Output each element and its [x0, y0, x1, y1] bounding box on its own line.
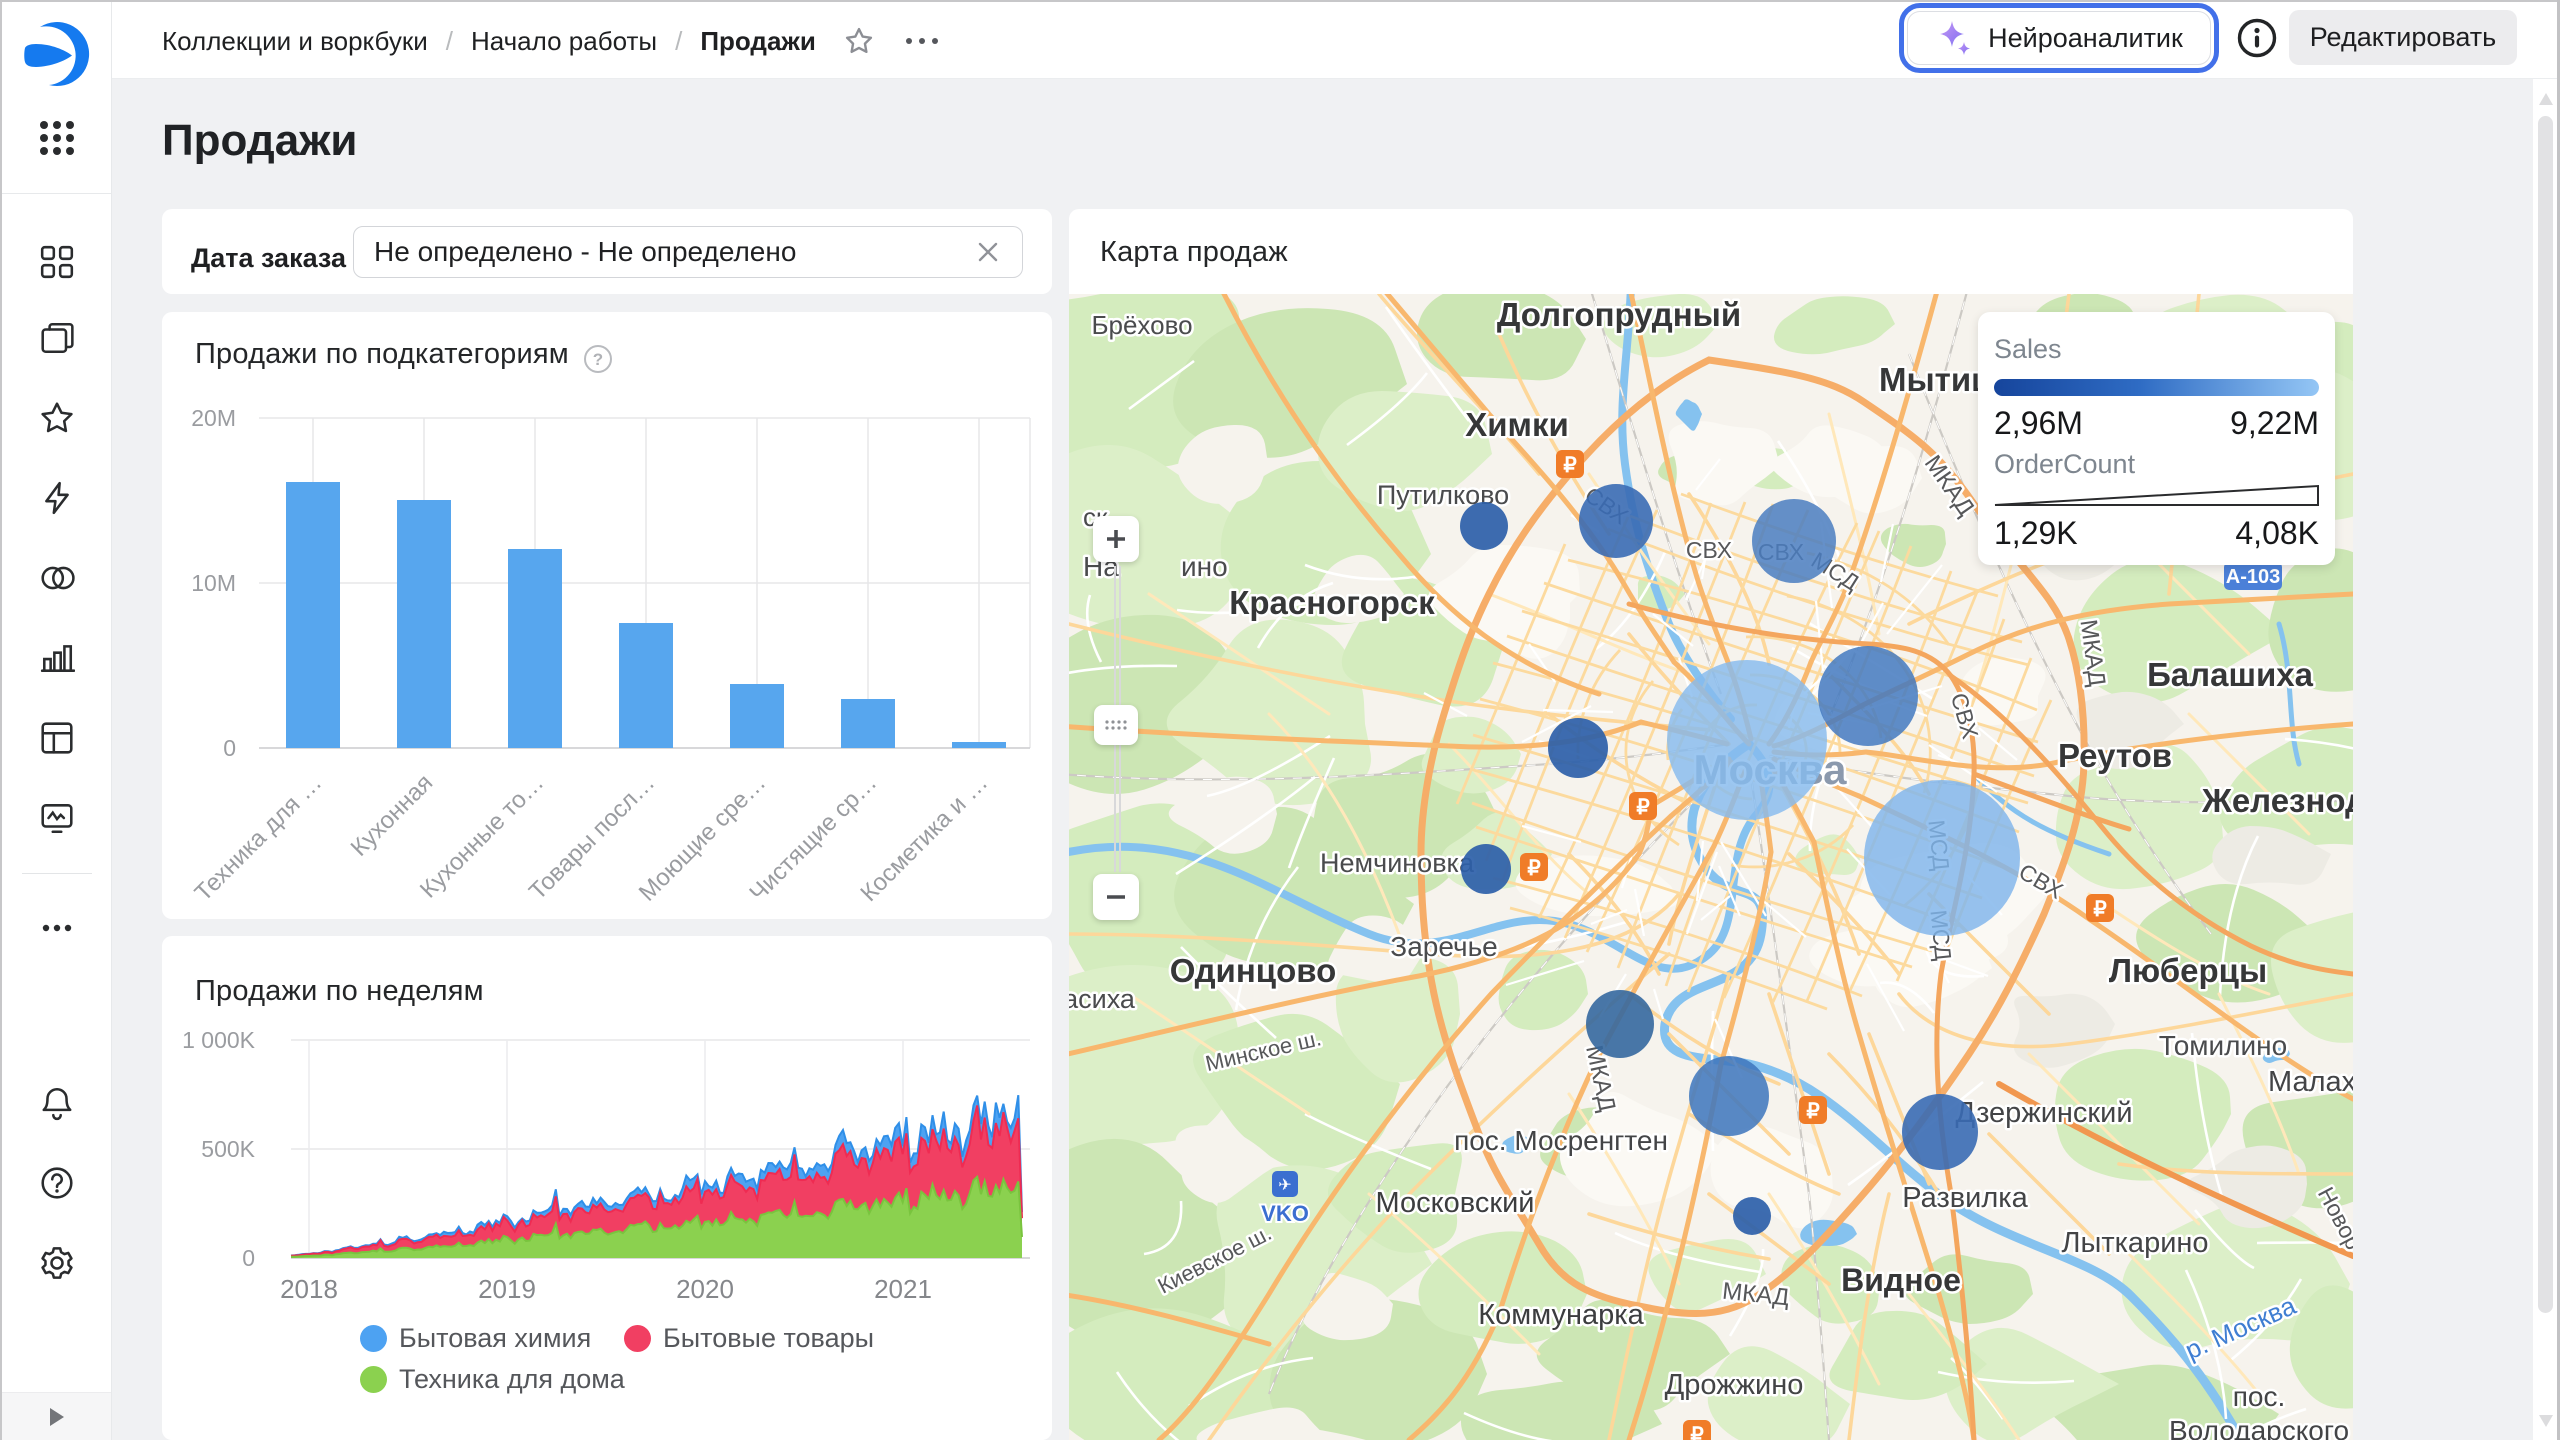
svg-text:✈: ✈ — [1278, 1177, 1291, 1194]
svg-text:Томилино: Томилино — [2159, 1030, 2287, 1061]
svg-text:10M: 10M — [191, 570, 236, 596]
svg-text:пос. Мосренгтен: пос. Мосренгтен — [1454, 1125, 1668, 1156]
svg-text:₽: ₽ — [1563, 454, 1577, 477]
svg-text:Люберцы: Люберцы — [2109, 952, 2267, 989]
svg-text:2020: 2020 — [676, 1274, 734, 1304]
svg-text:₽: ₽ — [1527, 857, 1541, 880]
svg-text:Кухонная: Кухонная — [346, 769, 439, 862]
svg-text:2018: 2018 — [280, 1274, 338, 1304]
svg-text:асиха: асиха — [1069, 984, 1136, 1014]
svg-text:Развилка: Развилка — [1902, 1182, 2028, 1214]
svg-text:20M: 20M — [191, 405, 236, 431]
svg-text:0: 0 — [242, 1245, 255, 1271]
svg-text:0: 0 — [223, 735, 236, 761]
svg-text:пос.: пос. — [2233, 1381, 2286, 1412]
svg-text:Реутов: Реутов — [2058, 737, 2172, 774]
svg-text:₽: ₽ — [1690, 1424, 1704, 1440]
svg-text:Немчиновка: Немчиновка — [1320, 848, 1475, 878]
svg-text:2021: 2021 — [874, 1274, 932, 1304]
svg-text:₽: ₽ — [1636, 796, 1650, 819]
svg-text:Дрожжино: Дрожжино — [1665, 1369, 1804, 1401]
svg-text:2019: 2019 — [478, 1274, 536, 1304]
svg-text:Балашиха: Балашиха — [2147, 656, 2314, 693]
svg-text:VKO: VKO — [1261, 1201, 1309, 1226]
svg-text:Коммунарка: Коммунарка — [1478, 1299, 1644, 1331]
svg-text:Московский: Московский — [1376, 1187, 1535, 1219]
svg-text:А-103: А-103 — [2226, 566, 2280, 588]
svg-text:1 000K: 1 000K — [182, 1027, 256, 1053]
svg-text:Железнод: Железнод — [2201, 782, 2353, 819]
svg-text:₽: ₽ — [1806, 1100, 1820, 1123]
svg-text:Техника для …: Техника для … — [190, 769, 328, 907]
svg-text:Лыткарино: Лыткарино — [2061, 1227, 2208, 1259]
svg-text:Дзержинский: Дзержинский — [1955, 1097, 2132, 1129]
svg-text:Володарского: Володарского — [2169, 1415, 2349, 1440]
svg-text:Малахо: Малахо — [2268, 1066, 2353, 1098]
svg-text:₽: ₽ — [2093, 898, 2107, 921]
svg-text:Долгопрудный: Долгопрудный — [1497, 296, 1741, 333]
svg-text:Брёхово: Брёхово — [1091, 310, 1192, 340]
svg-text:500K: 500K — [201, 1136, 255, 1162]
svg-text:Красногорск: Красногорск — [1229, 584, 1435, 621]
svg-text:ино: ино — [1181, 551, 1228, 582]
svg-text:Одинцово: Одинцово — [1170, 952, 1336, 989]
svg-text:Химки: Химки — [1465, 406, 1569, 443]
svg-text:Заречье: Заречье — [1390, 931, 1497, 962]
svg-text:Видное: Видное — [1841, 1262, 1961, 1298]
svg-text:СВХ: СВХ — [1686, 537, 1732, 563]
